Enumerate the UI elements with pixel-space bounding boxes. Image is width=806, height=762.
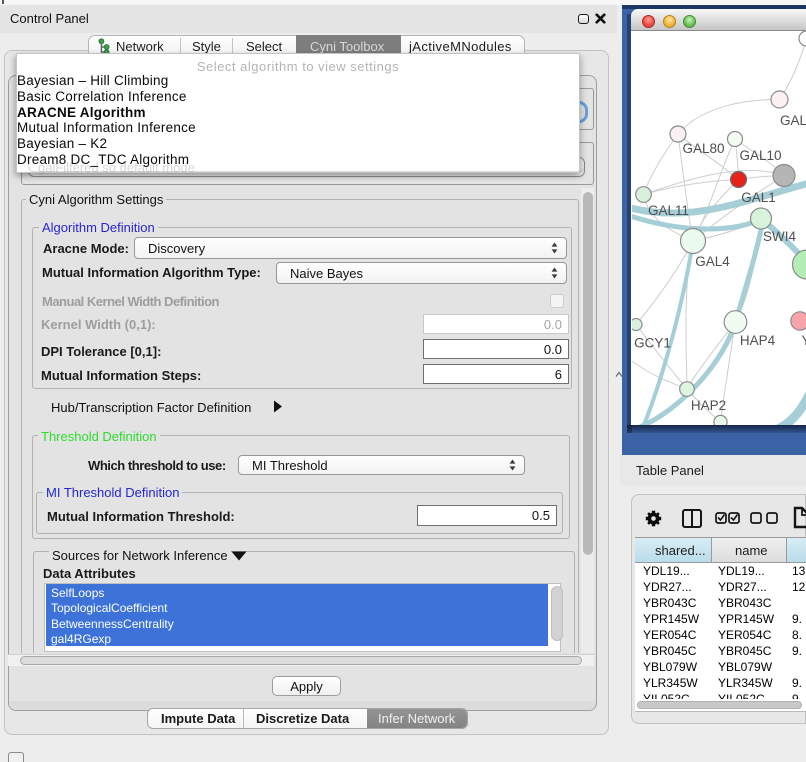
svg-text:Y: Y (801, 333, 806, 348)
svg-text:GAL4: GAL4 (695, 254, 730, 269)
svg-text:SWI4: SWI4 (762, 229, 795, 244)
svg-text:GAL80: GAL80 (682, 141, 724, 156)
svg-text:HAP2: HAP2 (690, 398, 725, 413)
svg-text:HAP4: HAP4 (739, 333, 775, 348)
svg-text:GCY1: GCY1 (634, 336, 671, 351)
svg-text:GAL1: GAL1 (741, 190, 776, 205)
svg-text:GAL: GAL (780, 113, 806, 128)
svg-text:GAL10: GAL10 (739, 148, 781, 163)
svg-text:GAL11: GAL11 (647, 203, 688, 218)
